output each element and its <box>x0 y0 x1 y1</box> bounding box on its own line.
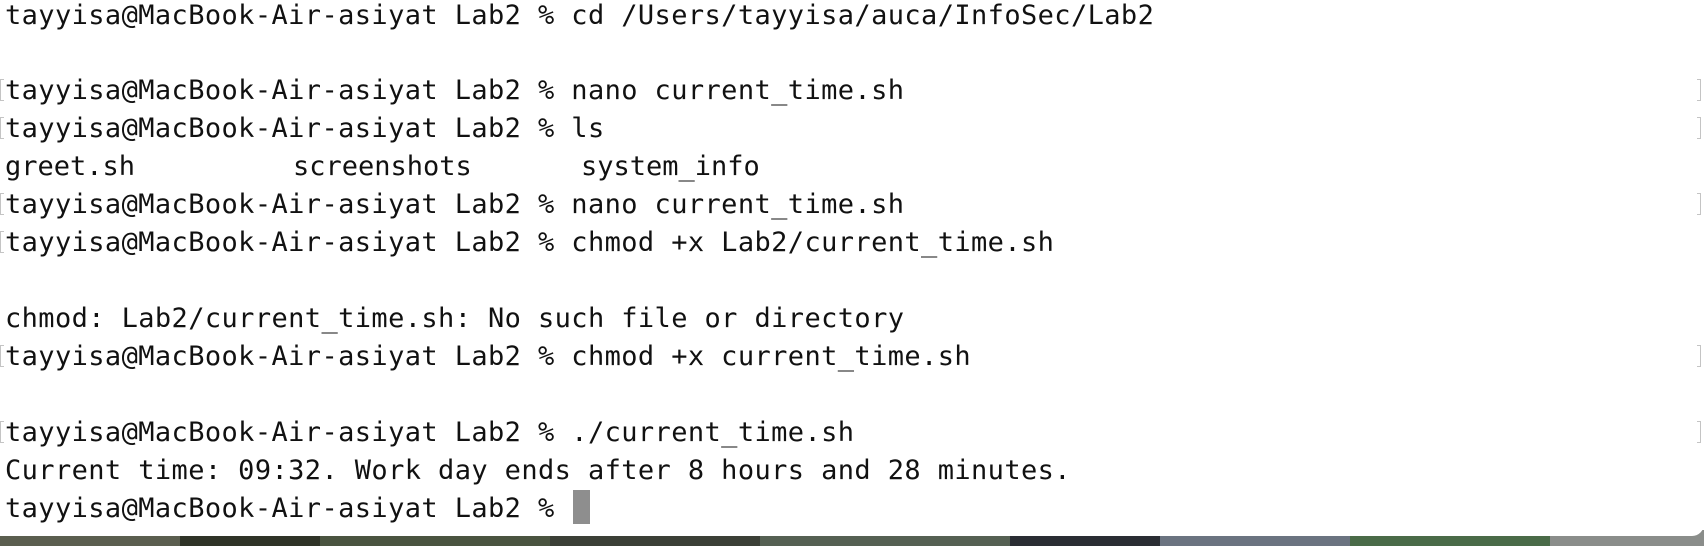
command-mark-right <box>1697 193 1701 215</box>
prompt-text: tayyisa@MacBook-Air-asiyat Lab2 % <box>5 493 572 524</box>
command-mark-left <box>0 231 4 253</box>
terminal-line: tayyisa@MacBook-Air-asiyat Lab2 % chmod … <box>5 341 972 372</box>
terminal-line: tayyisa@MacBook-Air-asiyat Lab2 % nano c… <box>5 189 905 220</box>
terminal-window[interactable]: tayyisa@MacBook-Air-asiyat Lab2 % cd /Us… <box>0 0 1704 536</box>
terminal-line: chmod: Lab2/current_time.sh: No such fil… <box>5 303 905 334</box>
command-mark-right <box>1697 421 1701 443</box>
command-mark-left <box>0 345 4 367</box>
terminal-line: tayyisa@MacBook-Air-asiyat Lab2 % nano c… <box>5 75 905 106</box>
command-mark-right <box>1697 79 1701 101</box>
terminal-line: tayyisa@MacBook-Air-asiyat Lab2 % ./curr… <box>5 417 855 448</box>
terminal-line: Current time: 09:32. Work day ends after… <box>5 455 1071 486</box>
screen: tayyisa@MacBook-Air-asiyat Lab2 % cd /Us… <box>0 0 1704 546</box>
command-mark-right <box>1697 117 1701 139</box>
terminal-line: tayyisa@MacBook-Air-asiyat Lab2 % cd /Us… <box>5 0 1155 31</box>
ls-entry: system_info <box>581 151 760 182</box>
terminal-line: tayyisa@MacBook-Air-asiyat Lab2 % chmod … <box>5 227 1055 258</box>
ls-output: greet.sh screenshots system_info <box>5 148 1005 186</box>
text-cursor <box>573 490 591 524</box>
command-mark-left <box>0 117 4 139</box>
ls-entry: screenshots <box>293 151 472 182</box>
command-mark-left <box>0 193 4 215</box>
command-mark-left <box>0 421 4 443</box>
ls-entry: greet.sh <box>5 151 136 182</box>
prompt-line[interactable]: tayyisa@MacBook-Air-asiyat Lab2 % <box>5 490 591 528</box>
command-mark-left <box>0 79 4 101</box>
command-mark-right <box>1697 345 1701 367</box>
terminal-line: tayyisa@MacBook-Air-asiyat Lab2 % ls <box>5 113 605 144</box>
